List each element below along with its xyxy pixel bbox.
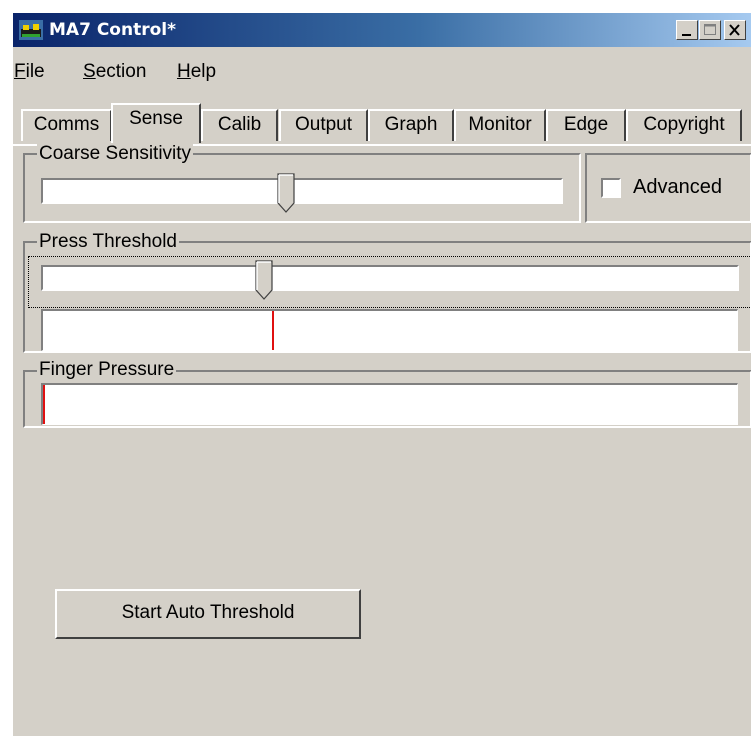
finger-pressure-bar	[41, 383, 738, 425]
ma7-control-window: MA7 Control* File Section Help Comms Sen…	[12, 12, 751, 736]
tab-output[interactable]: Output	[279, 109, 368, 141]
menu-file[interactable]: File	[14, 61, 45, 83]
advanced-checkbox[interactable]	[601, 178, 621, 198]
window-title: MA7 Control*	[49, 20, 176, 40]
press-threshold-thumb[interactable]	[255, 260, 273, 300]
tab-sense[interactable]: Sense	[111, 103, 201, 143]
app-icon	[19, 20, 43, 40]
close-button[interactable]	[724, 20, 746, 40]
tab-comms[interactable]: Comms	[21, 109, 112, 141]
maximize-icon	[704, 24, 716, 35]
press-threshold-marker	[272, 311, 274, 350]
tab-monitor[interactable]: Monitor	[454, 109, 546, 141]
close-icon	[729, 24, 740, 36]
press-threshold-level-bar	[41, 309, 738, 351]
menu-help[interactable]: Help	[177, 61, 216, 83]
coarse-sensitivity-slider[interactable]	[41, 178, 563, 204]
tab-copyright[interactable]: Copyright	[626, 109, 742, 141]
tab-strip: Comms Sense Calib Output Graph Monitor E…	[13, 103, 751, 145]
menu-bar: File Section Help	[13, 57, 751, 87]
tab-graph[interactable]: Graph	[368, 109, 454, 141]
menu-section[interactable]: Section	[83, 61, 146, 83]
minimize-button[interactable]	[676, 20, 698, 40]
coarse-sensitivity-label: Coarse Sensitivity	[37, 143, 194, 164]
tab-calib[interactable]: Calib	[201, 109, 278, 141]
tab-edge[interactable]: Edge	[546, 109, 626, 141]
finger-pressure-marker	[43, 385, 45, 424]
coarse-sensitivity-thumb[interactable]	[277, 173, 295, 213]
finger-pressure-label: Finger Pressure	[37, 359, 177, 380]
press-threshold-slider[interactable]	[41, 265, 739, 291]
advanced-label: Advanced	[633, 176, 722, 198]
start-auto-threshold-button[interactable]: Start Auto Threshold	[55, 589, 361, 639]
press-threshold-label: Press Threshold	[37, 231, 179, 252]
minimize-icon	[682, 34, 691, 36]
title-bar[interactable]: MA7 Control*	[13, 13, 751, 47]
maximize-button[interactable]	[699, 20, 721, 40]
